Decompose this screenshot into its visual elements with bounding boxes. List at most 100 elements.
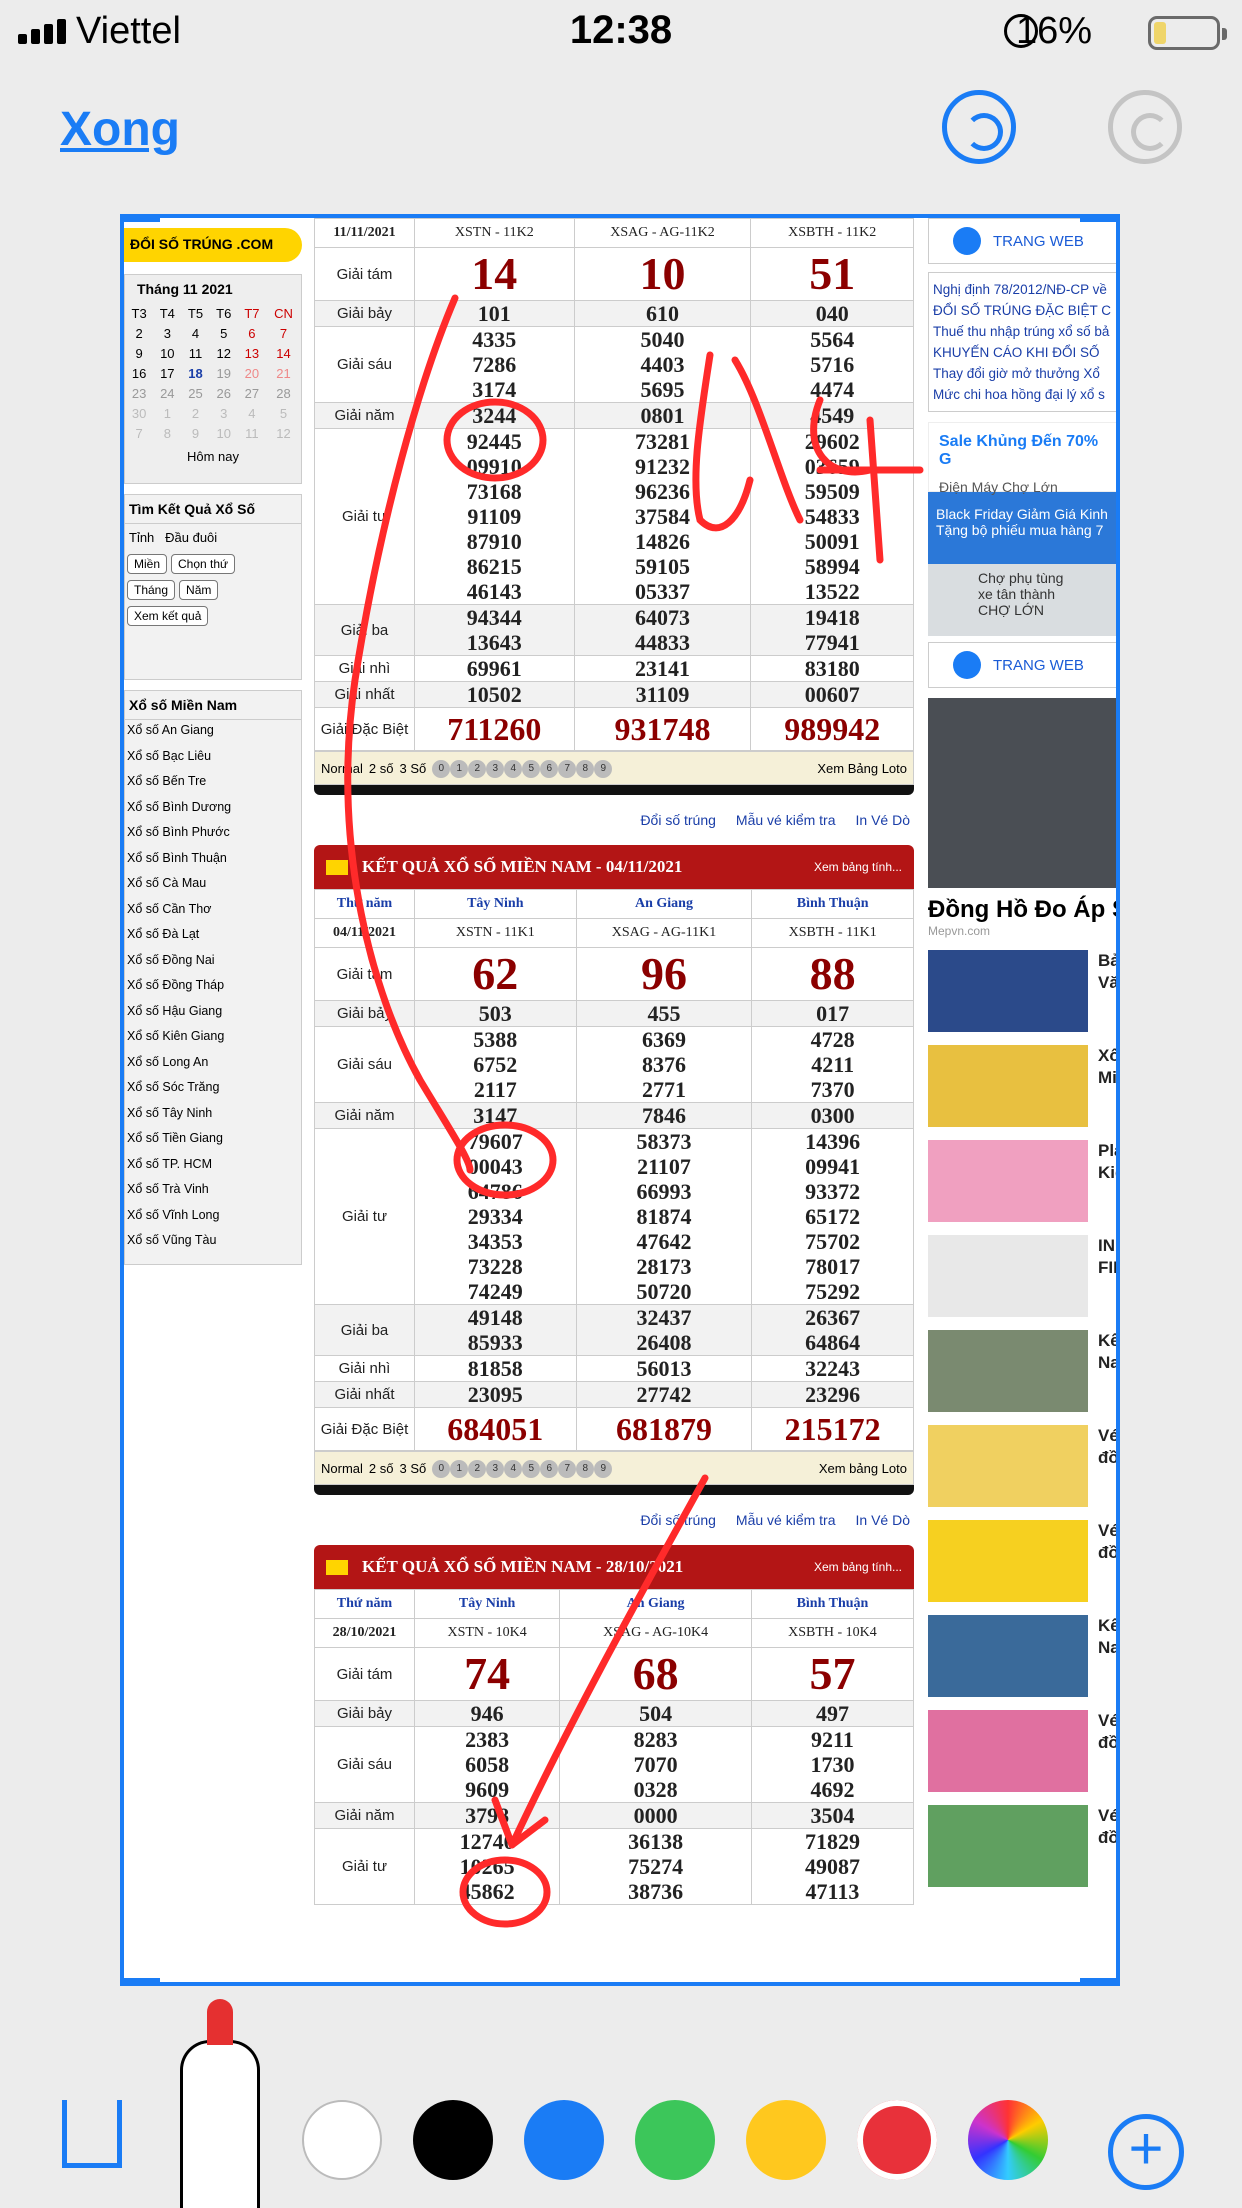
prize-label: Giải nhì <box>314 655 415 682</box>
screenshot-canvas[interactable]: ĐỔI SỐ TRÚNG .COM Tháng 11 2021 T3 T4 T5 T6… <box>120 214 1120 1986</box>
province-link[interactable]: Xổ số Bạc Liêu <box>125 746 301 772</box>
province-link[interactable]: Xổ số Bến Tre <box>125 771 301 797</box>
calendar-grid[interactable]: T3 T4 T5 T6 T7 CN 234567 9 10 11 12 13 14 16 17 18 19… <box>125 303 301 443</box>
loto-bar[interactable]: Normal 2 số 3 Số 0 1 2 3 4 5 6 7 8 9 Xem Bảng Loto <box>314 751 914 785</box>
prize-label: Giải tám <box>314 1647 415 1701</box>
news-link[interactable]: ĐỔI SỐ TRÚNG ĐẶC BIỆT C <box>933 300 1116 321</box>
envelope-icon <box>326 1559 348 1575</box>
thumb-item[interactable]: Kế Na <box>928 1615 1116 1710</box>
result-table-2: Thứ năm Tây Ninh An Giang Bình Thuận 04/11/2… <box>314 889 914 1451</box>
province-link[interactable]: Xổ số Long An <box>125 1052 301 1078</box>
prize-label: Giải tư <box>314 1128 415 1305</box>
thumb-item[interactable]: IN FIF <box>928 1235 1116 1330</box>
news-link[interactable]: Nghị định 78/2012/NĐ-CP về <box>933 279 1116 300</box>
province-link[interactable]: Xổ số Tiền Giang <box>125 1128 301 1154</box>
site-logo[interactable]: ĐỔI SỐ TRÚNG .COM <box>124 228 302 262</box>
province-link[interactable]: Xổ số Sóc Trăng <box>125 1077 301 1103</box>
result-banner-2: KẾT QUẢ XỔ SỐ MIỀN NAM - 04/11/2021 Xem b… <box>314 845 914 889</box>
region-select[interactable]: Miền <box>127 554 168 574</box>
province-link[interactable]: Xổ số Kiên Giang <box>125 1026 301 1052</box>
province-link[interactable]: Xổ số Đồng Nai <box>125 950 301 976</box>
add-icon[interactable]: + <box>1108 2114 1184 2190</box>
thumb-item[interactable]: Vé đồ <box>928 1520 1116 1615</box>
search-title: Tìm Kết Quả Xổ Số <box>125 495 301 524</box>
loto-bar[interactable]: Normal 2 số 3 Số 0 1 2 3 4 5 6 7 8 9 Xem bảng Loto <box>314 1451 914 1485</box>
in-ve-link[interactable]: In Vé Dò <box>856 812 910 828</box>
mau-ve-link[interactable]: Mẫu vé kiểm tra <box>736 812 836 828</box>
thumb-item[interactable]: Vé đồ <box>928 1805 1116 1900</box>
news-link[interactable]: Mức chi hoa hồng đại lý xổ s <box>933 384 1116 405</box>
markup-toolbar: Xong <box>0 62 1242 192</box>
thumb-item[interactable]: Bả Vă <box>928 950 1116 1045</box>
right-column: TRANG WEB Nghị định 78/2012/NĐ-CP về ĐỔI … <box>928 218 1116 1900</box>
markup-tools: + <box>0 1999 1242 2208</box>
province-link[interactable]: Xổ số Vũng Tàu <box>125 1230 301 1256</box>
redo-icon[interactable] <box>1108 90 1182 164</box>
result-banner-3: KẾT QUẢ XỔ SỐ MIỀN NAM - 28/10/2021 Xem b… <box>314 1545 914 1589</box>
color-yellow[interactable] <box>746 2100 826 2180</box>
province-link[interactable]: Xổ số Đồng Tháp <box>125 975 301 1001</box>
share-icon[interactable] <box>62 2100 122 2168</box>
radio-head-tail[interactable]: Đầu đuôi <box>165 530 217 545</box>
prize-label: Giải sáu <box>314 1026 415 1103</box>
thumb-item[interactable]: Kế Na <box>928 1330 1116 1425</box>
calendar: Tháng 11 2021 T3 T4 T5 T6 T7 CN 234567 9 10 11 1… <box>124 274 302 484</box>
status-bar: Viettel 12:38 16% <box>0 0 1242 62</box>
province-link[interactable]: Xổ số TP. HCM <box>125 1154 301 1180</box>
thumb-item[interactable]: Vé đồ <box>928 1425 1116 1520</box>
gauge-photo[interactable] <box>928 698 1116 888</box>
thumb-item[interactable]: Pla Kid <box>928 1140 1116 1235</box>
province-link[interactable]: Xổ số Hậu Giang <box>125 1001 301 1027</box>
map-ad[interactable]: Chợ phụ tùng xe tân thành CHỢ LỚN <box>928 564 1116 636</box>
province-link[interactable]: Xổ số An Giang <box>125 720 301 746</box>
marker-tool[interactable] <box>180 1999 260 2208</box>
search-box: Tìm Kết Quả Xổ Số Tỉnh Đầu đuôi Miền Chọn… <box>124 494 302 680</box>
province-link[interactable]: Xổ số Bình Thuận <box>125 848 301 874</box>
province-link[interactable]: Xổ số Cần Thơ <box>125 899 301 925</box>
color-blue[interactable] <box>524 2100 604 2180</box>
undo-icon[interactable] <box>942 90 1016 164</box>
view-result-button[interactable]: Xem kết quả <box>127 606 209 626</box>
color-wheel-icon[interactable] <box>968 2100 1048 2180</box>
province-link[interactable]: Xổ số Vĩnh Long <box>125 1205 301 1231</box>
year-select[interactable]: Năm <box>179 580 219 600</box>
province-link[interactable]: Xổ số Bình Phước <box>125 822 301 848</box>
news-link[interactable]: Thuế thu nhập trúng xổ số bả <box>933 321 1116 342</box>
thumb-item[interactable]: Xổ Mi <box>928 1045 1116 1140</box>
website-link-2[interactable]: TRANG WEB <box>928 642 1116 688</box>
website-link[interactable]: TRANG WEB <box>928 218 1116 264</box>
radio-province[interactable]: Tỉnh <box>129 530 154 545</box>
doi-so-link[interactable]: Đổi số trúng <box>640 812 715 828</box>
envelope-icon <box>326 859 348 875</box>
prize-label: Giải nhất <box>314 681 415 708</box>
news-link[interactable]: KHUYẾN CÁO KHI ĐỔI SỐ <box>933 342 1116 363</box>
day-select[interactable]: Chọn thứ <box>171 554 236 574</box>
color-green[interactable] <box>635 2100 715 2180</box>
province-link[interactable]: Xổ số Trà Vinh <box>125 1179 301 1205</box>
province-link[interactable]: Xổ số Cà Mau <box>125 873 301 899</box>
color-red-selected[interactable] <box>857 2100 937 2180</box>
prize-label: Giải tám <box>314 947 415 1001</box>
prize-label: Giải năm <box>314 1802 415 1829</box>
globe-icon <box>953 651 981 679</box>
ad-title[interactable]: Đồng Hồ Đo Áp S <box>928 896 1116 924</box>
province-link[interactable]: Xổ số Bình Dương <box>125 797 301 823</box>
thumb-item[interactable]: Vé đồ <box>928 1710 1116 1805</box>
ad-card[interactable]: Sale Khủng Đến 70% G Điện Máy Chợ Lớn <box>928 422 1116 495</box>
month-select[interactable]: Tháng <box>127 580 176 600</box>
news-list: Nghị định 78/2012/NĐ-CP về ĐỔI SỐ TRÚNG Đ… <box>928 272 1116 412</box>
province-link[interactable]: Xổ số Tây Ninh <box>125 1103 301 1129</box>
globe-icon <box>953 227 981 255</box>
done-button[interactable]: Xong <box>60 102 180 157</box>
news-link[interactable]: Thay đổi giờ mở thưởng Xổ <box>933 363 1116 384</box>
province-link[interactable]: Xổ số Đà Lạt <box>125 924 301 950</box>
prize-label: Giải nhất <box>314 1381 415 1408</box>
prize-label: Giải năm <box>314 402 415 429</box>
color-white[interactable] <box>302 2100 382 2180</box>
links-row: Đổi số trúng Mẫu vé kiểm tra In Vé Dò <box>314 795 914 845</box>
battery-percent: 16% <box>1015 10 1092 52</box>
ad-source: Mepvn.com <box>928 924 991 938</box>
today-link[interactable]: Hôm nay <box>125 449 301 464</box>
ad-blue[interactable]: Black Friday Giảm Giá Kinh Tặng bộ phiếu… <box>928 492 1116 564</box>
color-black[interactable] <box>413 2100 493 2180</box>
